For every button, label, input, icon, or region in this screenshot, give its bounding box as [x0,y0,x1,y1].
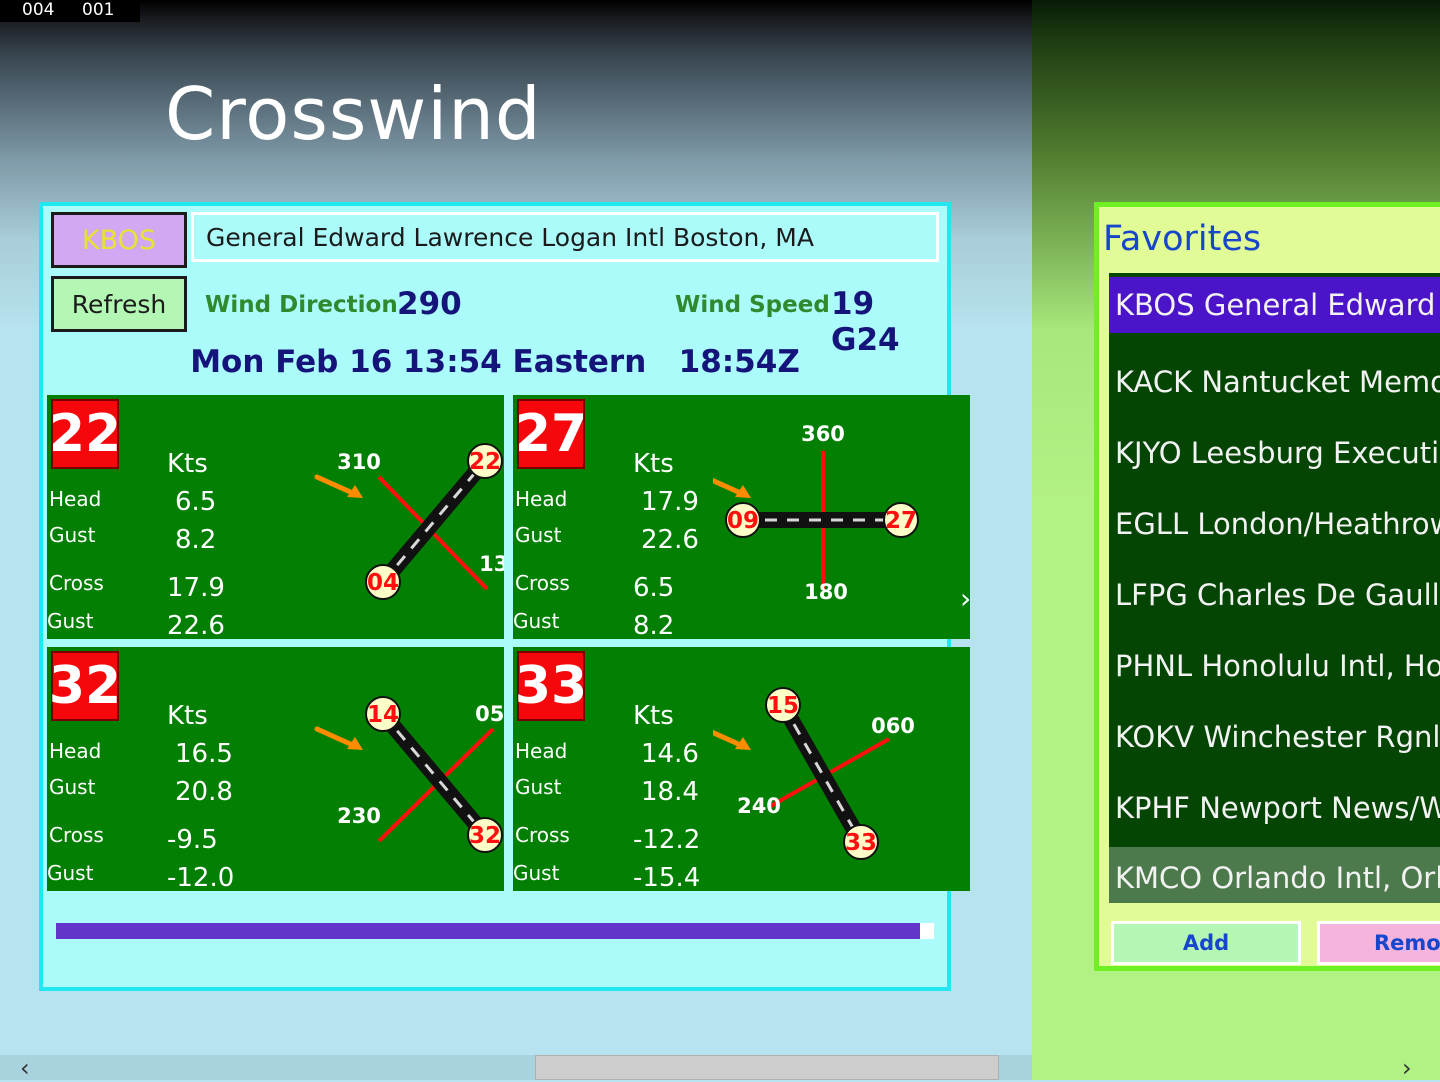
cross-label: Cross [515,823,570,847]
favorite-item[interactable]: KOKV Winchester Rgnl, Winchester, VA [1109,705,1440,769]
airport-code-button[interactable]: KBOS [51,212,187,268]
cross-gust-value: 22.6 [167,611,225,639]
runway-end-label: 33 [845,830,877,856]
runway-end-label: 32 [469,823,501,849]
cross-value: 6.5 [633,573,675,603]
runway-diagram: 14 32 050 230 [314,696,504,853]
refresh-button[interactable]: Refresh [51,276,187,332]
head-gust-label: Gust [49,775,96,799]
runway-panel-32: 32 Kts Head 16.5 Gust 20.8 Cross -9.5 Gust -12.0 1… [47,647,504,891]
runway-number-badge: 32 [49,651,121,721]
favorite-item[interactable]: KBOS General Edward Lawrence Logan Intl … [1109,277,1440,333]
favorites-list[interactable]: KBOS General Edward Lawrence Logan Intl … [1109,273,1440,903]
head-gust-value: 22.6 [641,525,699,555]
crosswind-heading-label: 240 [737,794,781,818]
crosswind-heading-label: 230 [337,804,381,828]
head-value: 6.5 [175,487,217,517]
runway-end-label: 15 [767,693,799,719]
head-value: 14.6 [641,739,699,769]
cross-gust-label: Gust [47,609,94,633]
runway-number-badge: 33 [515,651,587,721]
crosswind-heading-label: 050 [475,702,504,726]
progress-fill [56,923,920,939]
crosswind-heading-label: 060 [871,714,915,738]
chevron-right-icon[interactable]: › [1402,1054,1412,1082]
status-bar: 004 001 [0,0,140,22]
airport-name-field[interactable]: General Edward Lawrence Logan Intl Bosto… [191,212,939,262]
favorite-item[interactable]: KMCO Orlando Intl, Orlando, FL [1109,847,1440,903]
wind-direction-value: 290 [397,286,462,322]
add-button[interactable]: Add [1111,921,1301,965]
head-gust-value: 8.2 [175,525,217,555]
runway-end-label: 22 [469,449,501,475]
kts-label: Kts [633,701,674,731]
cross-gust-label: Gust [513,861,560,885]
favorite-item[interactable]: KPHF Newport News/Williamsburg Intl, VA [1109,776,1440,840]
favorite-item[interactable]: PHNL Honolulu Intl, Honolulu, HI [1109,634,1440,698]
favorite-item[interactable]: LFPG Charles De Gaulle, Paris, France [1109,563,1440,627]
cross-value: 17.9 [167,573,225,603]
cross-label: Cross [49,571,104,595]
status-right: 001 [82,0,115,20]
status-left: 004 [22,0,55,20]
runway-panel-33: 33 Kts Head 14.6 Gust 18.4 Cross -12.2 Gust -15.4… [513,647,970,891]
cross-value: -9.5 [167,825,218,855]
wind-direction-label: Wind Direction [205,292,398,318]
runway-end-label: 09 [727,508,759,534]
runway-panel-22: 22 Kts Head 6.5 Gust 8.2 Cross 17.9 Gust 22.6 04 22… [47,395,504,639]
head-label: Head [49,487,102,511]
chevron-right-icon[interactable]: › [960,582,971,615]
runway-number-badge: 27 [515,399,587,469]
kts-label: Kts [633,449,674,479]
crosswind-heading-label: 130 [479,552,504,576]
cross-gust-value: -15.4 [633,863,701,891]
remove-button[interactable]: Remove [1317,921,1440,965]
progress-bar [56,923,934,939]
runway-number-badge: 22 [49,399,121,469]
runway-diagram: 15 33 060 240 [713,687,915,860]
runway-panel-27: 27 Kts Head 17.9 Gust 22.6 Cross 6.5 Gust 8.2 09 27… [513,395,970,639]
kts-label: Kts [167,449,208,479]
cross-gust-label: Gust [47,861,94,885]
cross-gust-value: 8.2 [633,611,675,639]
runway-diagram: 04 22 310 130 [314,443,504,600]
cross-label: Cross [49,823,104,847]
favorite-item[interactable]: KACK Nantucket Memorial Nantucket, MA [1109,350,1440,414]
wind-speed-label: Wind Speed [675,292,830,318]
observation-time: Mon Feb 16 13:54 Eastern 18:54Z [190,344,800,380]
crosswind-heading-label: 310 [337,450,381,474]
head-gust-value: 18.4 [641,777,699,807]
cross-label: Cross [515,571,570,595]
head-label: Head [515,487,568,511]
cross-gust-value: -12.0 [167,863,235,891]
chevron-left-icon[interactable]: ‹ [20,1054,30,1082]
scrollbar-thumb[interactable] [535,1055,999,1080]
favorites-title: Favorites [1103,219,1262,259]
head-label: Head [515,739,568,763]
crosswind-heading-label: 360 [801,425,845,446]
runway-end-label: 04 [367,570,399,596]
page-title: Crosswind [165,72,542,156]
favorites-panel: Favorites KBOS General Edward Lawrence L… [1094,202,1440,971]
cross-gust-label: Gust [513,609,560,633]
crosswind-heading-label: 180 [804,580,848,604]
head-gust-value: 20.8 [175,777,233,807]
crosswind-panel: KBOS General Edward Lawrence Logan Intl … [39,202,970,991]
head-gust-label: Gust [515,775,562,799]
kts-label: Kts [167,701,208,731]
head-label: Head [49,739,102,763]
cross-value: -12.2 [633,825,701,855]
head-gust-label: Gust [49,523,96,547]
runway-end-label: 27 [885,508,917,534]
head-value: 16.5 [175,739,233,769]
runway-diagram: 09 27 360 180 [713,425,919,604]
head-gust-label: Gust [515,523,562,547]
head-value: 17.9 [641,487,699,517]
favorite-item[interactable]: KJYO Leesburg Executive Leesburg, VA [1109,421,1440,485]
favorite-item[interactable]: EGLL London/Heathrow, UK [1109,492,1440,556]
runway-end-label: 14 [367,702,399,728]
